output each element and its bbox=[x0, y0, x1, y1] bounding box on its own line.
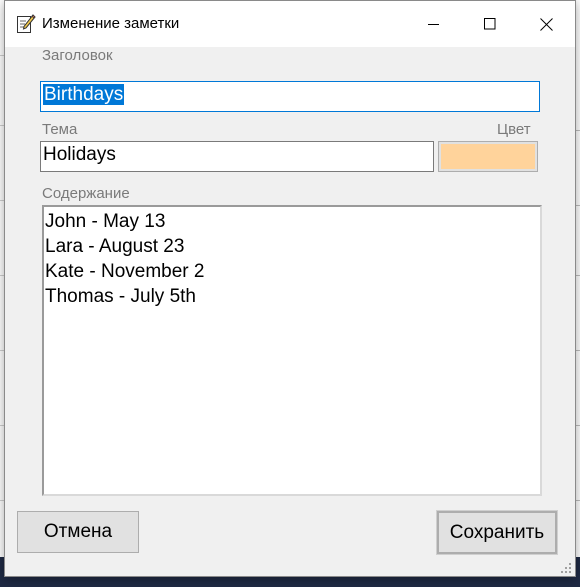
content-lines: John - May 13 Lara - August 23 Kate - Nove… bbox=[45, 209, 539, 309]
edit-note-icon bbox=[16, 13, 36, 35]
content-line: John - May 13 bbox=[45, 211, 166, 232]
color-swatch-fill bbox=[441, 144, 535, 169]
close-button[interactable] bbox=[518, 1, 574, 47]
title-label: Заголовок bbox=[42, 47, 113, 64]
maximize-button[interactable] bbox=[462, 1, 518, 47]
close-icon bbox=[539, 17, 553, 31]
content-line: Lara - August 23 bbox=[45, 236, 185, 257]
minimize-icon bbox=[428, 18, 440, 30]
title-input[interactable]: Birthdays bbox=[40, 81, 540, 112]
topic-input[interactable]: Holidays bbox=[40, 141, 434, 172]
content-line: Kate - November 2 bbox=[45, 261, 205, 282]
title-input-value: Birthdays bbox=[43, 84, 125, 105]
content-line: Thomas - July 5th bbox=[45, 286, 196, 307]
cancel-button[interactable]: Отмена bbox=[17, 511, 139, 553]
resize-grip-icon[interactable] bbox=[560, 561, 572, 573]
edit-note-dialog: Изменение заметки Заголовок Birthdays Те… bbox=[4, 0, 576, 577]
topic-label: Тема bbox=[42, 121, 78, 138]
maximize-icon bbox=[484, 18, 496, 30]
save-button[interactable]: Сохранить bbox=[436, 510, 558, 555]
content-label: Содержание bbox=[42, 185, 130, 202]
topic-input-value: Holidays bbox=[43, 144, 116, 165]
title-bar[interactable]: Изменение заметки bbox=[5, 1, 575, 47]
window-title: Изменение заметки bbox=[42, 15, 180, 32]
minimize-button[interactable] bbox=[406, 1, 462, 47]
color-picker-button[interactable] bbox=[438, 141, 538, 172]
color-label: Цвет bbox=[497, 121, 531, 138]
content-textarea[interactable]: John - May 13 Lara - August 23 Kate - Nove… bbox=[42, 205, 542, 496]
